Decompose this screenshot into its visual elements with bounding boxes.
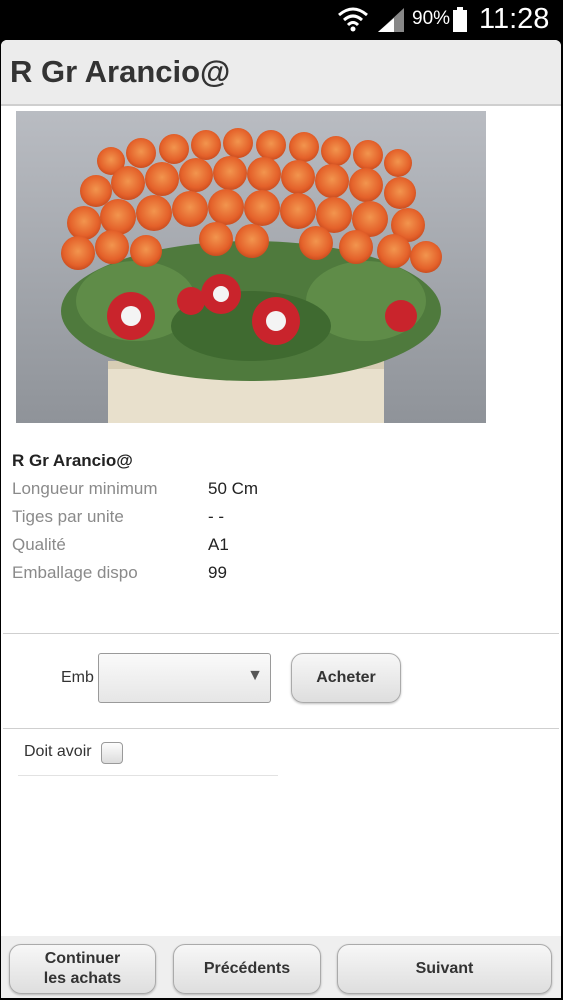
clock: 11:28 xyxy=(479,3,550,35)
continue-line2: les achats xyxy=(43,970,122,987)
bottom-nav: Continuer les achats Précédents Suivant xyxy=(1,936,561,998)
divider xyxy=(3,728,559,729)
detail-value: A1 xyxy=(208,535,229,554)
detail-label: Emballage dispo xyxy=(12,563,138,582)
detail-row: Longueur minimum 50 Cm xyxy=(12,479,412,503)
page-title: R Gr Arancio@ xyxy=(10,54,231,89)
divider xyxy=(3,633,559,634)
detail-value: 99 xyxy=(208,563,227,582)
emb-label: Emb xyxy=(61,669,94,686)
continue-line1: Continuer xyxy=(44,950,121,967)
page-header: R Gr Arancio@ xyxy=(1,40,561,106)
product-name: R Gr Arancio@ xyxy=(12,451,133,470)
wifi-icon xyxy=(338,7,368,32)
next-button[interactable]: Suivant xyxy=(337,944,552,994)
battery-percent: 90% xyxy=(412,8,451,29)
emb-select[interactable]: ▼ xyxy=(98,653,271,703)
continue-shopping-button[interactable]: Continuer les achats xyxy=(9,944,156,994)
doit-avoir-label: Doit avoir xyxy=(24,743,92,760)
app-window: R Gr Arancio@ R Gr Arancio@ Longueur min… xyxy=(1,40,561,998)
signal-icon xyxy=(378,8,404,32)
detail-value: - - xyxy=(208,507,225,526)
detail-row: Qualité A1 xyxy=(12,535,412,559)
doit-avoir-checkbox[interactable] xyxy=(101,742,123,764)
battery-icon xyxy=(453,7,467,32)
buy-button[interactable]: Acheter xyxy=(291,653,401,703)
previous-button[interactable]: Précédents xyxy=(173,944,321,994)
status-bar: 90% 11:28 xyxy=(0,0,563,40)
product-image xyxy=(16,111,486,423)
dropdown-arrow-icon: ▼ xyxy=(247,667,263,684)
detail-label: Tiges par unite xyxy=(12,507,124,526)
detail-row: Emballage dispo 99 xyxy=(12,563,412,587)
detail-label: Qualité xyxy=(12,535,66,554)
divider xyxy=(18,775,278,776)
detail-value: 50 Cm xyxy=(208,479,259,498)
detail-label: Longueur minimum xyxy=(12,479,158,498)
detail-row: Tiges par unite - - xyxy=(12,507,412,531)
